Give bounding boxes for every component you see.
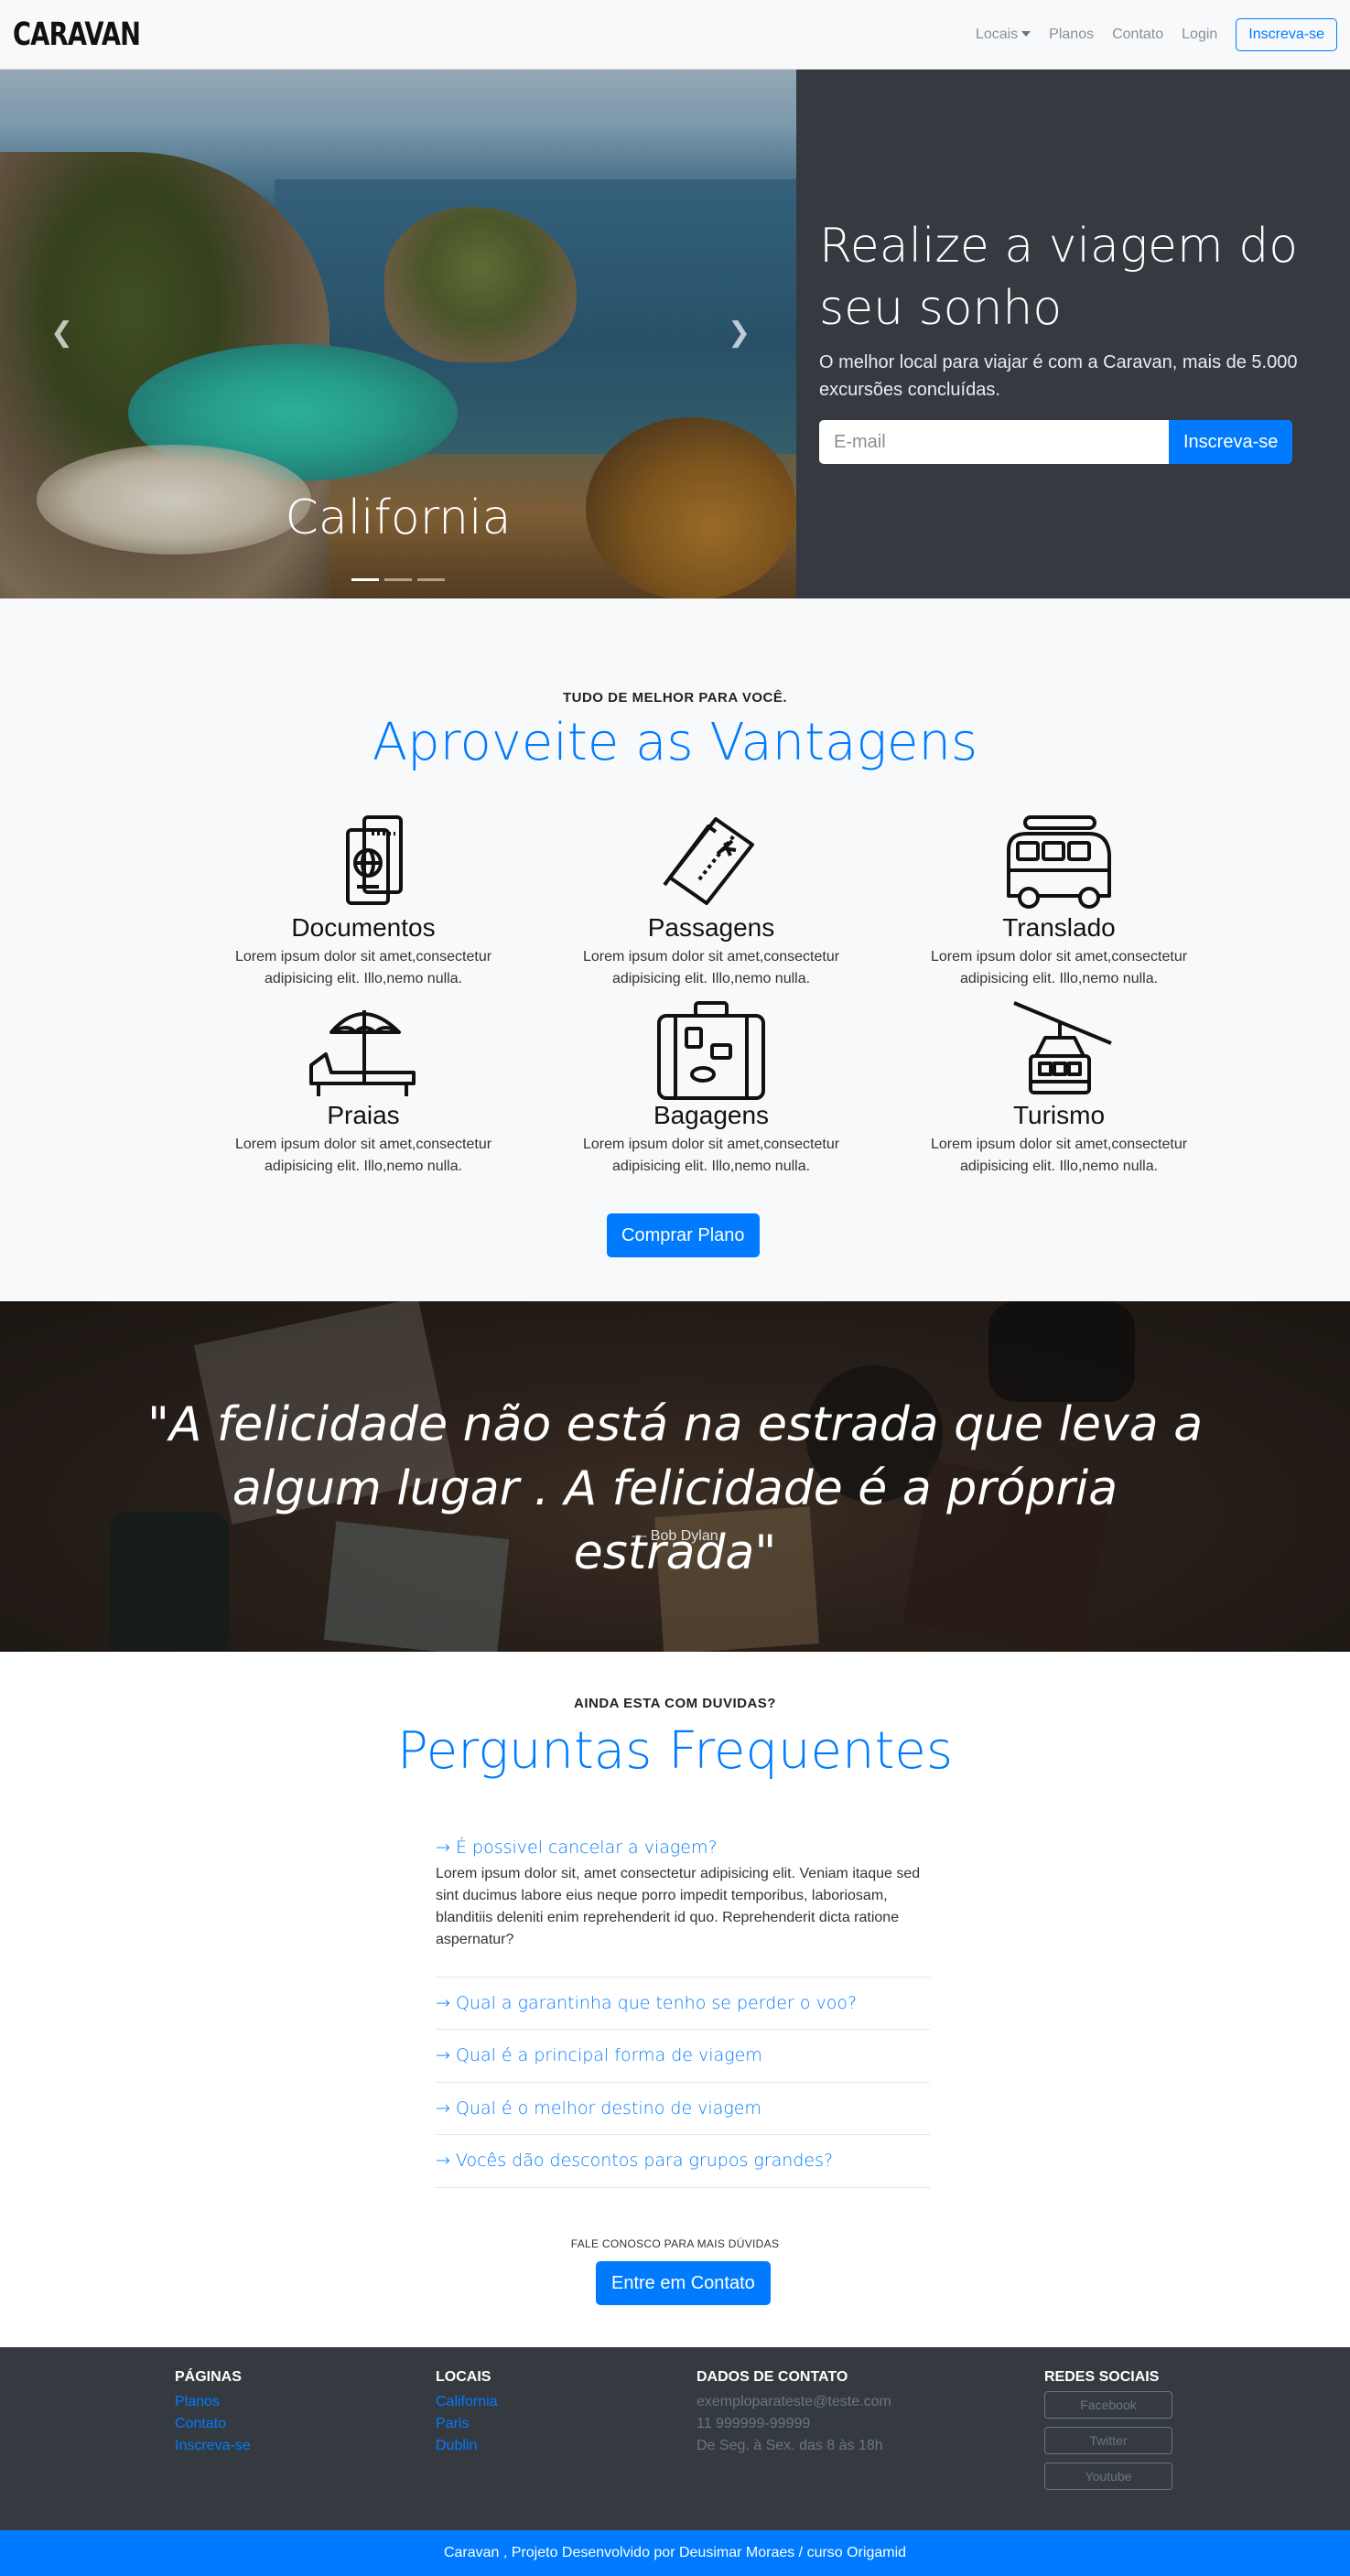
faq-item: → Qual é a principal forma de viagem [436,2030,930,2083]
caret-down-icon [1021,31,1031,38]
contact-label: FALE CONOSCO PARA MAIS DÚVIDAS [570,2237,780,2250]
footer-contato: DADOS DE CONTATO exemploparateste@teste.… [697,2369,891,2457]
faq-question[interactable]: → Vocês dão descontos para grupos grande… [436,2148,930,2174]
feature-text: Lorem ipsum dolor sit amet,consectetur a… [930,948,1188,986]
feature-title: Translado [1002,913,1116,942]
ticket-icon [663,817,754,905]
feature-documentos: Documentos Lorem ipsum dolor sit amet,co… [189,814,537,1001]
footer-heading: LOCAIS [436,2369,491,2385]
footer-link-contato[interactable]: Contato [175,2413,251,2435]
faq-title: Perguntas Frequentes [396,1721,954,1781]
passport-icon [346,815,403,905]
nav-contato[interactable]: Contato [1112,27,1163,43]
faq-item: → É possivel cancelar a viagem? Lorem ip… [436,1835,930,1978]
feature-title: Praias [327,1101,400,1129]
footer-locais: LOCAIS California Paris Dublin [436,2369,498,2457]
carousel-next-icon[interactable]: ❯ [728,317,751,349]
footer-email: exemploparateste@teste.com [697,2394,891,2409]
contact-button[interactable]: Entre em Contato [596,2261,771,2305]
quote-author: — Bob Dylan [632,1528,718,1544]
carousel-indicators [0,578,796,581]
footer-link-dublin[interactable]: Dublin [436,2435,498,2457]
footer-heading: REDES SOCIAIS [1044,2369,1160,2385]
footer-link-paris[interactable]: Paris [436,2413,498,2435]
feature-text: Lorem ipsum dolor sit amet,consectetur a… [234,1136,492,1174]
buy-plan-button[interactable]: Comprar Plano [607,1213,760,1257]
feature-title: Documentos [291,913,436,942]
footer-hours: De Seg. à Sex. das 8 às 18h [697,2438,883,2453]
footer-link-planos[interactable]: Planos [175,2391,251,2413]
quote-text: "A felicidade não está na estrada que le… [146,1397,1204,1581]
feature-title: Passagens [647,913,775,942]
nav-signup-button[interactable]: Inscreva-se [1236,17,1337,51]
faq-question[interactable]: → É possivel cancelar a viagem? [436,1835,930,1861]
faq-section: AINDA ESTA COM DUVIDAS? Perguntas Freque… [0,1652,1350,2347]
carousel-prev-icon[interactable]: ❮ [50,317,73,349]
nav-planos[interactable]: Planos [1049,27,1094,43]
navbar: CARAVAN Locais Planos Contato Login Insc… [0,0,1350,70]
footer-heading: DADOS DE CONTATO [697,2369,848,2385]
feature-text: Lorem ipsum dolor sit amet,consectetur a… [582,948,840,986]
feature-translado: Translado Lorem ipsum dolor sit amet,con… [885,814,1233,1001]
faq-question[interactable]: → Qual é o melhor destino de viagem [436,2096,930,2122]
carousel-indicator-3[interactable] [417,578,445,581]
hero-carousel[interactable]: ❮ ❯ California [0,70,796,598]
nav-login[interactable]: Login [1182,27,1217,43]
faq-item: → Qual a garantinha que tenho se perder … [436,1978,930,2030]
beach-umbrella-icon [309,1010,416,1096]
nav-locais-label: Locais [975,26,1019,42]
footer-paginas: PÁGINAS Planos Contato Inscreva-se [175,2369,251,2457]
faq-eyebrow: AINDA ESTA COM DUVIDAS? [574,1696,776,1711]
vantagens-eyebrow: TUDO DE MELHOR PARA VOCÊ. [562,690,787,706]
feature-bagagens: Bagagens Lorem ipsum dolor sit amet,cons… [537,1001,885,1189]
email-input[interactable] [819,420,1169,465]
cable-car-icon [1013,1001,1112,1094]
hero: ❮ ❯ California Realize a viagem do seu s… [0,70,1350,598]
feature-text: Lorem ipsum dolor sit amet,consectetur a… [234,948,492,986]
footer-phone: 11 999999-99999 [697,2416,811,2431]
carousel-indicator-1[interactable] [351,578,379,581]
vantagens-title: Aproveite as Vantagens [372,713,978,772]
carousel-indicator-2[interactable] [384,578,412,581]
faq-item: → Qual é o melhor destino de viagem [436,2083,930,2135]
twitter-button[interactable]: Twitter [1044,2427,1172,2454]
footer-link-inscreva[interactable]: Inscreva-se [175,2435,251,2457]
vantagens-grid: Documentos Lorem ipsum dolor sit amet,co… [189,814,1233,1189]
feature-text: Lorem ipsum dolor sit amet,consectetur a… [930,1136,1188,1174]
nav-locais-dropdown[interactable]: Locais [976,27,1031,43]
carousel-caption: California [285,490,512,545]
hero-signup-button[interactable]: Inscreva-se [1169,420,1293,465]
hero-signup-panel: Realize a viagem do seu sonho O melhor l… [796,70,1350,598]
faq-list: → É possivel cancelar a viagem? Lorem ip… [436,1835,930,2188]
hero-subtitle: O melhor local para viajar é com a Carav… [819,352,1298,401]
facebook-button[interactable]: Facebook [1044,2391,1172,2419]
footer: PÁGINAS Planos Contato Inscreva-se LOCAI… [0,2347,1350,2530]
hero-title: Realize a viagem do seu sonho [819,219,1299,336]
feature-turismo: Turismo Lorem ipsum dolor sit amet,conse… [885,1001,1233,1189]
vantagens-section: TUDO DE MELHOR PARA VOCÊ. Aproveite as V… [0,598,1350,1301]
feature-praias: Praias Lorem ipsum dolor sit amet,consec… [189,1001,537,1189]
faq-question[interactable]: → Qual a garantinha que tenho se perder … [436,1990,930,2017]
van-icon [1007,815,1111,909]
footer-redes: REDES SOCIAIS Facebook Twitter Youtube [1044,2369,1172,2498]
footer-heading: PÁGINAS [175,2369,242,2385]
faq-question[interactable]: → Qual é a principal forma de viagem [436,2042,930,2069]
faq-answer: Lorem ipsum dolor sit, amet consectetur … [436,1865,921,1947]
footer-link-california[interactable]: California [436,2391,498,2413]
hero-subscribe-form: Inscreva-se [819,420,1350,465]
logo[interactable]: CARAVAN [13,16,141,53]
faq-item: → Vocês dão descontos para grupos grande… [436,2135,930,2188]
youtube-button[interactable]: Youtube [1044,2463,1172,2490]
feature-title: Bagagens [653,1101,770,1129]
suitcase-icon [657,1001,765,1100]
feature-passagens: Passagens Lorem ipsum dolor sit amet,con… [537,814,885,1001]
nav-links: Locais Planos Contato Login Inscreva-se [976,17,1337,51]
feature-title: Turismo [1012,1101,1106,1129]
feature-text: Lorem ipsum dolor sit amet,consectetur a… [582,1136,840,1174]
quote-section: "A felicidade não está na estrada que le… [0,1301,1350,1652]
footer-credits: Caravan , Projeto Desenvolvido por Deusi… [0,2530,1350,2576]
